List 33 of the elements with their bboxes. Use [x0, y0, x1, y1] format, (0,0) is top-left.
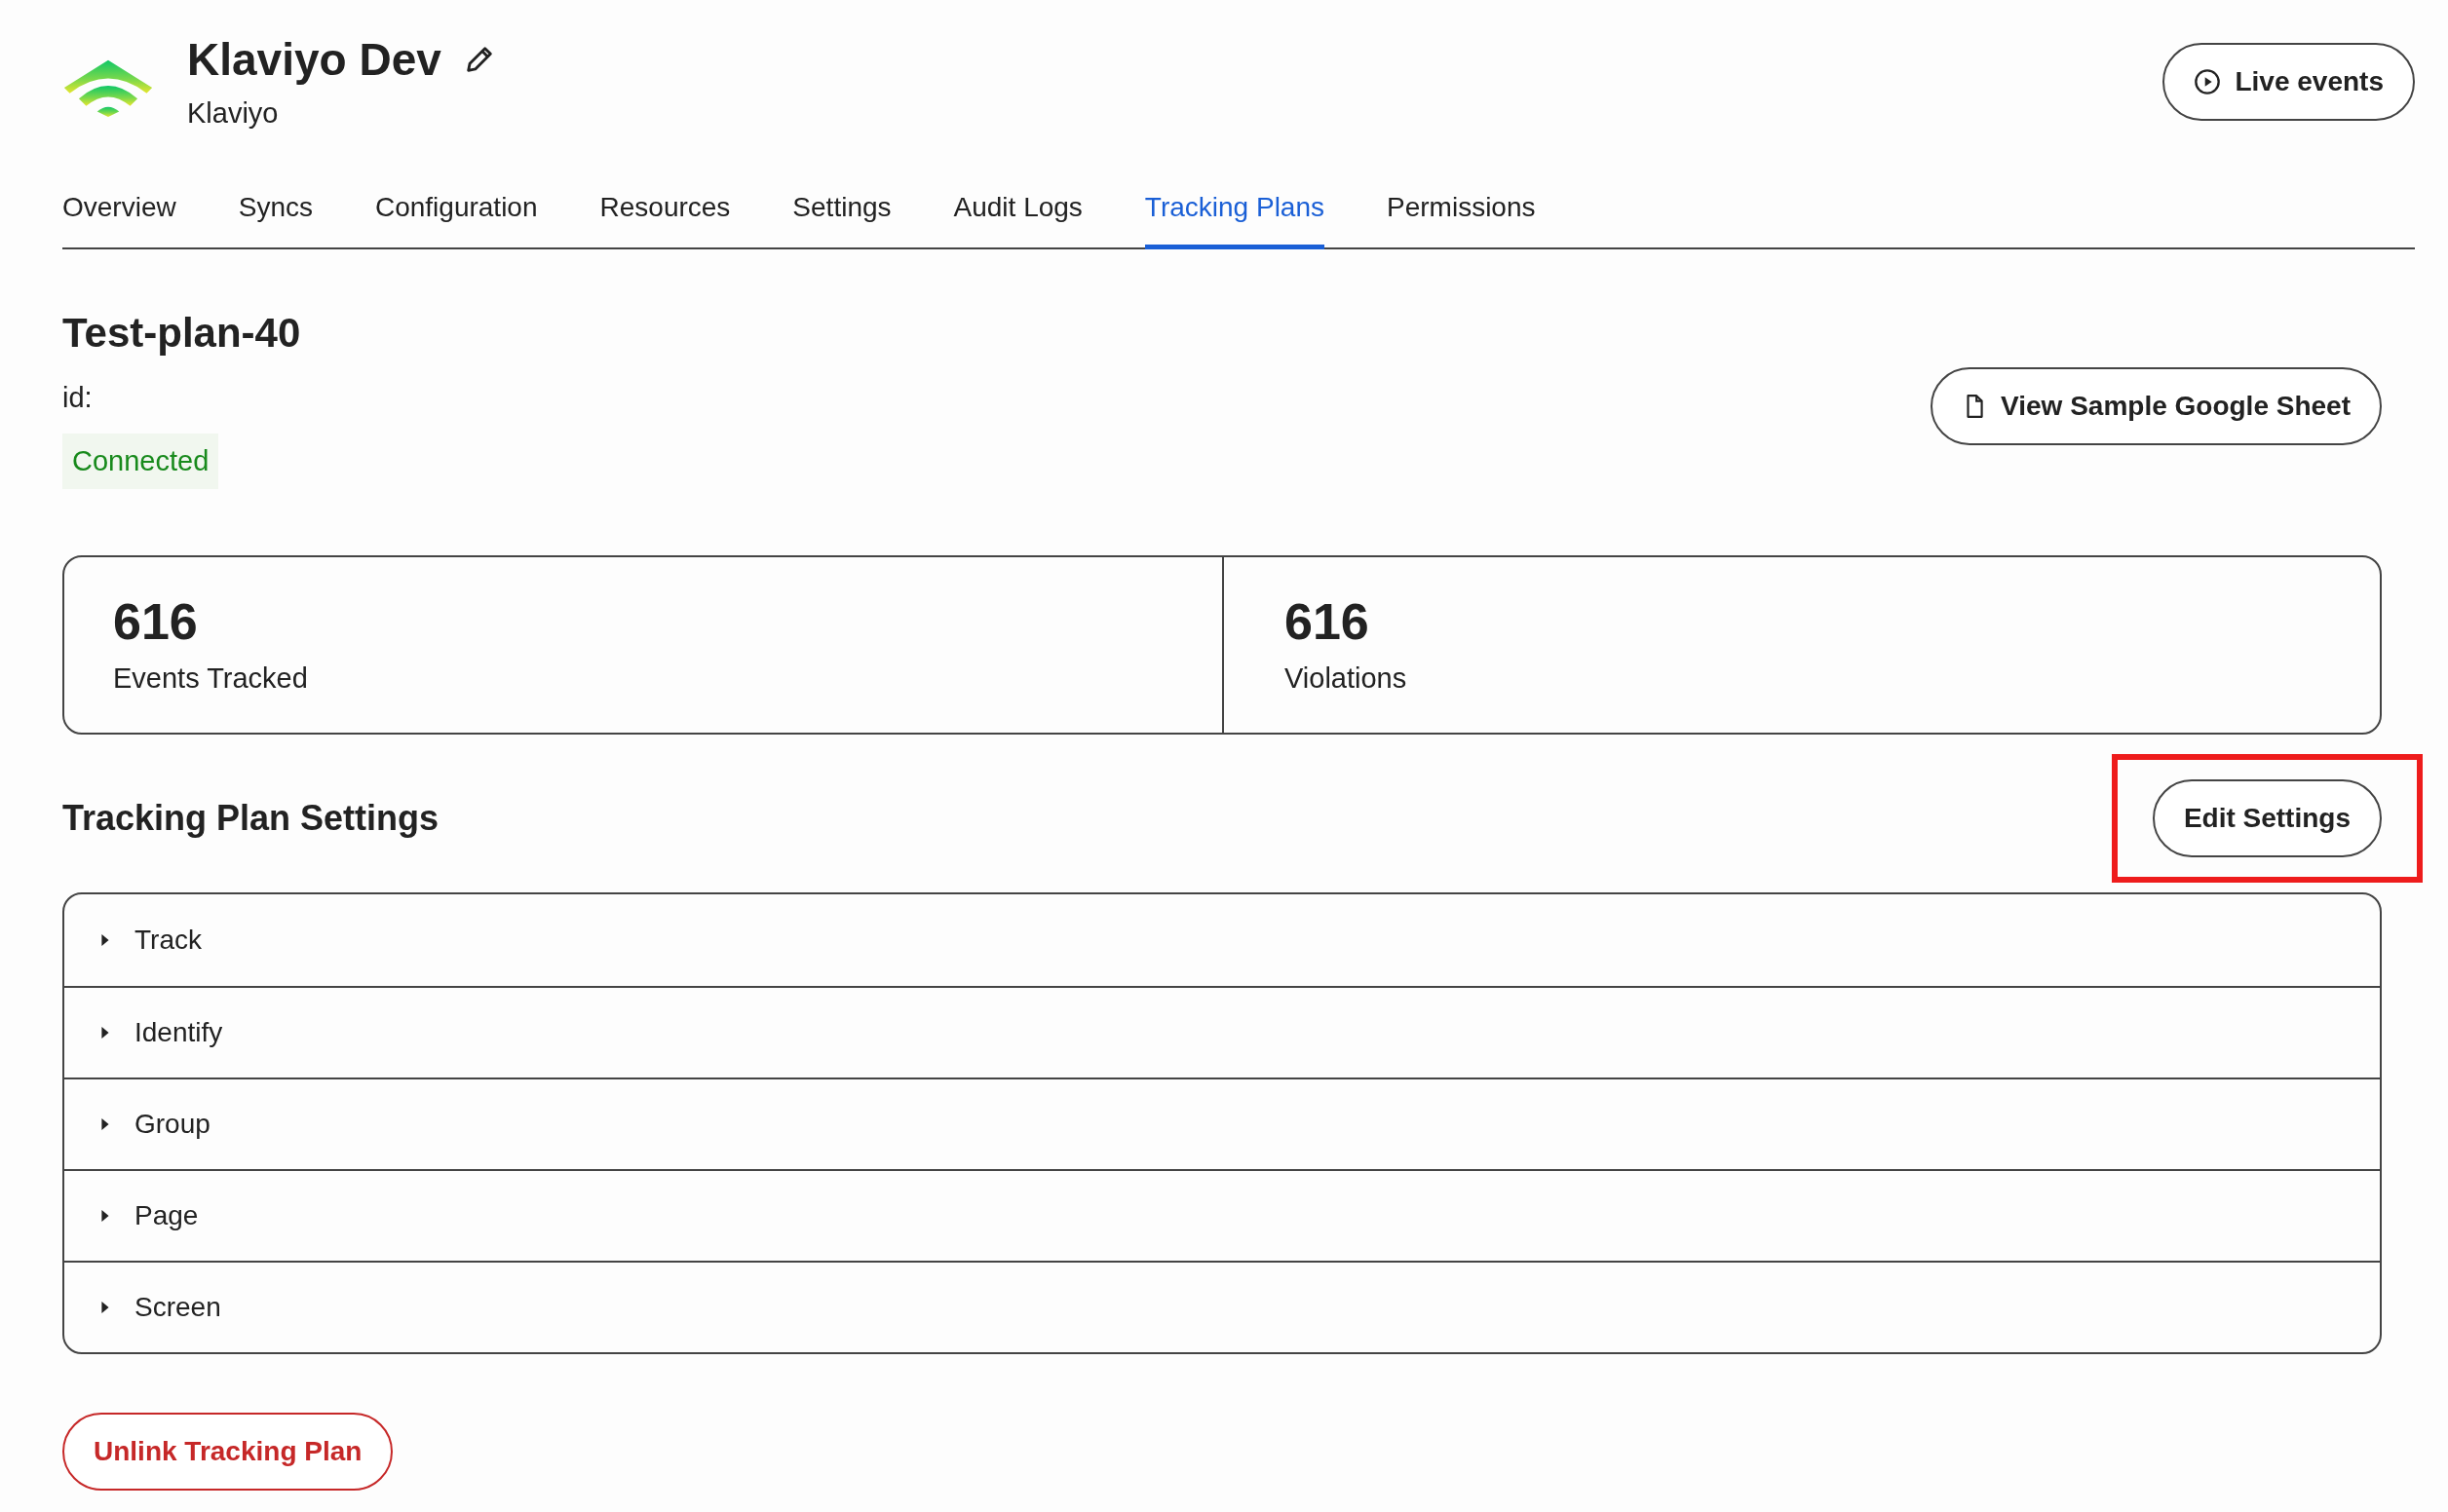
nav-tab[interactable]: Configuration [374, 192, 538, 249]
nav-tab[interactable]: Resources [599, 192, 731, 249]
nav-tab[interactable]: Syncs [238, 192, 313, 249]
accordion-label: Track [134, 925, 202, 956]
accordion-label: Screen [134, 1292, 221, 1323]
nav-tab[interactable]: Permissions [1387, 192, 1536, 249]
accordion-item[interactable]: Track [64, 894, 2380, 986]
nav-tab[interactable]: Tracking Plans [1144, 192, 1324, 249]
edit-settings-button[interactable]: Edit Settings [2152, 779, 2382, 857]
stat-value: 616 [113, 594, 199, 649]
id-label: id: [62, 382, 93, 414]
stat-label: Events Tracked [113, 662, 309, 695]
nav-tab[interactable]: Audit Logs [953, 192, 1083, 249]
accordion-label: Page [134, 1200, 199, 1231]
accordion-item[interactable]: Page [64, 1169, 2380, 1261]
view-sheet-button[interactable]: View Sample Google Sheet [1931, 367, 2382, 445]
play-icon [2194, 68, 2222, 95]
stat-value: 616 [1284, 594, 1370, 649]
stat-label: Violations [1284, 662, 1408, 695]
status-badge: Connected [62, 434, 219, 489]
accordion-item[interactable]: Screen [64, 1261, 2380, 1352]
plan-name: Test-plan-40 [62, 309, 301, 358]
page-subtitle: Klaviyo [187, 97, 280, 130]
accordion-label: Group [134, 1109, 210, 1140]
page-title: Klaviyo Dev [187, 33, 441, 87]
live-events-button[interactable]: Live events [2162, 43, 2415, 121]
unlink-button[interactable]: Unlink Tracking Plan [62, 1413, 394, 1491]
accordion-label: Identify [134, 1017, 223, 1048]
accordion-item[interactable]: Identify [64, 986, 2380, 1077]
accordion-item[interactable]: Group [64, 1077, 2380, 1169]
section-title: Tracking Plan Settings [62, 798, 440, 839]
nav-tab[interactable]: Overview [62, 192, 176, 249]
nav-tab[interactable]: Settings [792, 192, 892, 249]
